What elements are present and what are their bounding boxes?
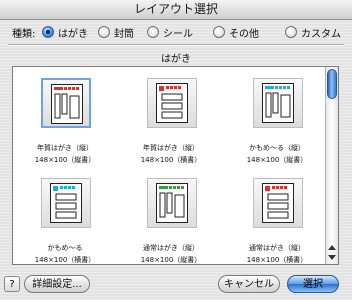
layout-thumbnail: [253, 78, 303, 128]
layout-item[interactable]: 通常はがき（縦） 148×100（横書）: [231, 169, 323, 264]
layout-name: かもめ～る（縦）: [249, 144, 305, 152]
postcard-layout-icon: [156, 183, 188, 227]
radio-label: 封筒: [114, 28, 134, 40]
radio-icon: [147, 26, 159, 38]
radio-label: シール: [163, 28, 193, 40]
type-selector: 種類: はがき 封筒 シール その他 カスタム: [0, 22, 352, 42]
layout-item[interactable]: 年賀はがき（縦） 148×100（縦書）: [19, 69, 111, 174]
radio-icon: [213, 26, 225, 38]
postcard-layout-icon: [262, 183, 294, 227]
layout-name: 年賀はがき（縦）: [37, 144, 93, 152]
layout-thumbnail: [253, 178, 303, 228]
layout-thumbnail: [147, 78, 197, 128]
select-button[interactable]: 選択: [287, 275, 339, 293]
layout-name: 年賀はがき（縦）: [143, 144, 199, 152]
postcard-layout-icon: [262, 83, 294, 127]
window-title: レイアウト選択: [0, 0, 352, 20]
layout-item[interactable]: かもめ～る（縦） 148×100（縦書）: [231, 69, 323, 174]
layout-thumbnail: [41, 178, 91, 228]
details-button[interactable]: 詳細設定...: [24, 275, 90, 293]
radio-label: はがき: [58, 28, 88, 40]
radio-icon: [285, 26, 297, 38]
layout-name: かもめ～る: [47, 244, 83, 252]
radio-sticker[interactable]: シール: [147, 24, 193, 40]
postcard-layout-icon: [50, 183, 82, 227]
layout-name: 通常はがき（縦）: [143, 244, 199, 252]
radio-selected-icon: [42, 26, 54, 38]
scrollbar-thumb[interactable]: [327, 69, 337, 99]
scroll-up-arrow-icon[interactable]: [328, 245, 336, 250]
layout-gallery: 年賀はがき（縦） 148×100（縦書） 年賀はがき（縦） 148×100（横書） かも…: [12, 66, 339, 265]
layout-select-dialog: レイアウト選択 種類: はがき 封筒 シール その他 カスタム はがき 年賀はが…: [0, 0, 352, 300]
radio-postcard[interactable]: はがき: [42, 24, 88, 40]
radio-other[interactable]: その他: [213, 24, 259, 40]
layout-thumbnail: [147, 178, 197, 228]
cancel-button[interactable]: キャンセル: [218, 275, 280, 293]
layout-item[interactable]: 通常はがき（縦） 148×100（縦書）: [125, 169, 217, 264]
radio-custom[interactable]: カスタム: [285, 24, 341, 40]
divider: [8, 44, 344, 46]
layout-item[interactable]: 年賀はがき（縦） 148×100（横書）: [125, 69, 217, 174]
type-label: 種類:: [12, 29, 36, 40]
layout-size: 148×100（横書）: [34, 256, 96, 264]
button-bar: ? 詳細設定... キャンセル 選択: [0, 272, 352, 298]
layout-size: 148×100（横書）: [140, 156, 202, 164]
postcard-layout-icon: [51, 84, 83, 128]
radio-icon: [98, 26, 110, 38]
radio-label: カスタム: [301, 28, 341, 40]
layout-size: 148×100（横書）: [246, 256, 308, 264]
layout-size: 148×100（縦書）: [140, 256, 202, 264]
layout-item[interactable]: かもめ～る 148×100（横書）: [19, 169, 111, 264]
vertical-scrollbar[interactable]: [325, 67, 338, 264]
layout-name: 通常はがき（縦）: [249, 244, 305, 252]
radio-envelope[interactable]: 封筒: [98, 24, 134, 40]
layout-thumbnail: [41, 78, 91, 128]
section-title: はがき: [161, 54, 191, 65]
postcard-layout-icon: [156, 83, 188, 127]
radio-label: その他: [229, 28, 259, 40]
scroll-down-arrow-icon[interactable]: [328, 255, 336, 260]
layout-size: 148×100（縦書）: [34, 156, 96, 164]
layout-size: 148×100（縦書）: [246, 156, 308, 164]
help-button[interactable]: ?: [4, 276, 20, 292]
